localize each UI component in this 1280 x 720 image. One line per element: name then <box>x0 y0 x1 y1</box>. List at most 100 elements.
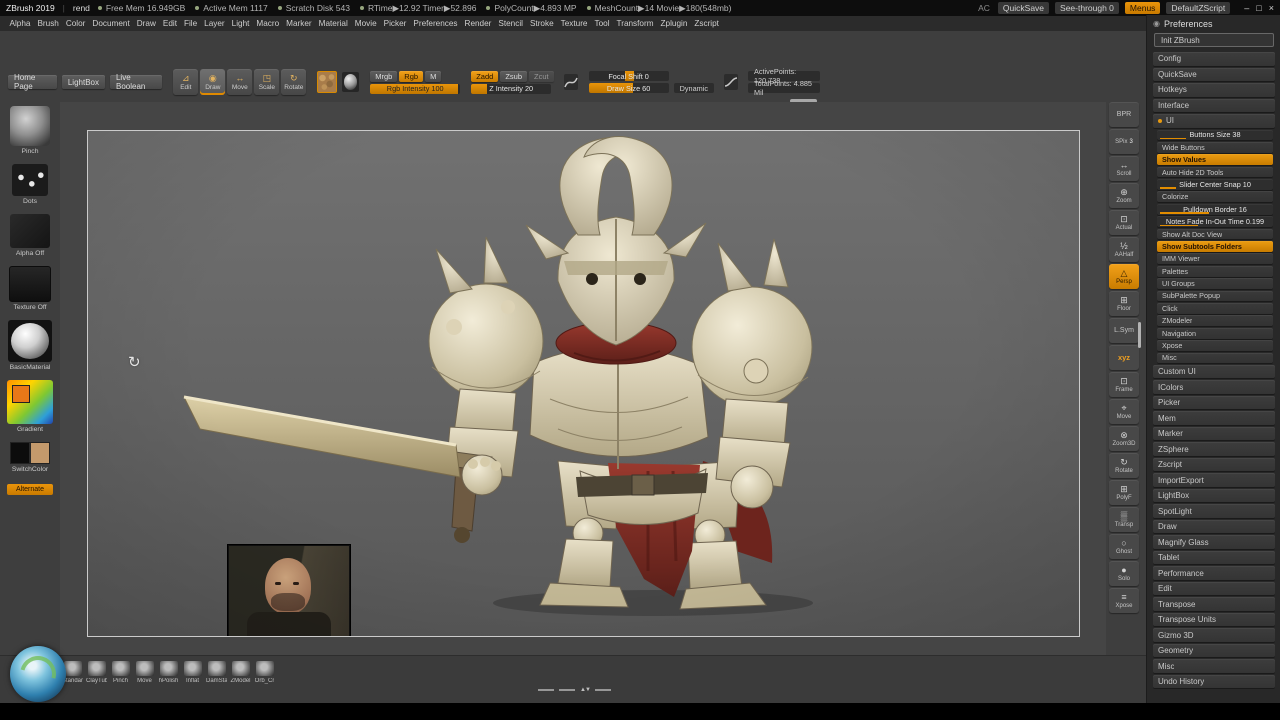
tray-brush-damsta[interactable]: DamSta <box>206 661 227 684</box>
pref-spotlight[interactable]: SpotLight <box>1153 504 1275 518</box>
dock-frame[interactable]: ⊡ Frame <box>1109 372 1139 397</box>
tool-switchcolor[interactable]: SwitchColor <box>10 442 50 473</box>
dynamic-button[interactable]: Dynamic <box>673 83 714 93</box>
pref-notes-fade-in-out-time-0-199[interactable]: Notes Fade In-Out Time 0.199 <box>1157 216 1273 228</box>
pref-config[interactable]: Config <box>1153 52 1275 66</box>
dock-floor[interactable]: ⊞ Floor <box>1109 291 1139 316</box>
tray-resize-handle[interactable]: ▲▼ <box>538 687 611 693</box>
menu-render[interactable]: Render <box>461 19 495 28</box>
pref-picker[interactable]: Picker <box>1153 395 1275 410</box>
pref-marker[interactable]: Marker <box>1153 426 1275 441</box>
menu-zscript[interactable]: Zscript <box>691 19 723 28</box>
pref-show-alt-doc-view[interactable]: Show Alt Doc View <box>1157 228 1273 240</box>
pref-gizmo-3d[interactable]: Gizmo 3D <box>1153 628 1275 642</box>
tray-brush-inflat[interactable]: Inflat <box>182 661 203 684</box>
pref-transpose[interactable]: Transpose <box>1153 597 1275 611</box>
sculpt-mode-zcut[interactable]: Zcut <box>529 70 554 82</box>
pref-tablet[interactable]: Tablet <box>1153 550 1275 565</box>
menu-transform[interactable]: Transform <box>613 19 657 28</box>
window-control-[interactable]: – <box>1244 3 1249 13</box>
mode-draw[interactable]: ◉ Draw <box>200 69 226 95</box>
dock-solo[interactable]: ● Solo <box>1109 561 1139 586</box>
menu-edit[interactable]: Edit <box>159 19 180 28</box>
pref-palettes[interactable]: Palettes <box>1157 265 1273 277</box>
menu-material[interactable]: Material <box>315 19 351 28</box>
dock-move[interactable]: ⌖ Move <box>1109 399 1139 424</box>
dock-scrollbar[interactable] <box>1138 322 1141 348</box>
tray-brush-hpolish[interactable]: hPolish <box>158 661 179 684</box>
titlebar-button-quicksave[interactable]: QuickSave <box>997 2 1050 14</box>
focal-shift-slider[interactable]: Focal Shift 0 <box>588 71 669 81</box>
pref-zsphere[interactable]: ZSphere <box>1153 442 1275 456</box>
menu-stroke[interactable]: Stroke <box>526 19 557 28</box>
dock-xpose[interactable]: ≡ Xpose <box>1109 588 1139 613</box>
menu-draw[interactable]: Draw <box>133 19 159 28</box>
pref-pulldown-border-16[interactable]: Pulldown Border 16 <box>1157 203 1273 215</box>
menu-picker[interactable]: Picker <box>380 19 410 28</box>
menu-marker[interactable]: Marker <box>283 19 315 28</box>
pref-undo-history[interactable]: Undo History <box>1153 674 1275 689</box>
tray-brush-pinch[interactable]: Pinch <box>110 661 131 684</box>
tray-brush-orb-cr[interactable]: Orb_Cr <box>254 661 275 684</box>
tray-brush-claytub[interactable]: ClayTub <box>86 661 107 684</box>
pref-ui-groups[interactable]: UI Groups <box>1157 278 1273 289</box>
pref-importexport[interactable]: ImportExport <box>1153 473 1275 487</box>
pref-quicksave[interactable]: QuickSave <box>1153 67 1275 81</box>
pref-mem[interactable]: Mem <box>1153 411 1275 425</box>
menu-brush[interactable]: Brush <box>34 19 62 28</box>
menu-file[interactable]: File <box>180 19 200 28</box>
menu-color[interactable]: Color <box>62 19 89 28</box>
dock-actual[interactable]: ⊡ Actual <box>1109 210 1139 235</box>
pref-misc[interactable]: Misc <box>1157 352 1273 364</box>
pref-icolors[interactable]: IColors <box>1153 380 1275 394</box>
sculpt-mode-zsub[interactable]: Zsub <box>500 70 527 82</box>
pref-buttons-size-38[interactable]: Buttons Size 38 <box>1157 129 1273 141</box>
stroke-curve-icon[interactable] <box>563 74 578 90</box>
pref-auto-hide-2d-tools[interactable]: Auto Hide 2D Tools <box>1157 166 1273 178</box>
titlebar-button-ac[interactable]: AC <box>976 2 992 14</box>
pref-misc[interactable]: Misc <box>1153 659 1275 673</box>
dock-rotate[interactable]: ↻ Rotate <box>1109 453 1139 478</box>
pref-magnify-glass[interactable]: Magnify Glass <box>1153 535 1275 549</box>
paint-mode-m[interactable]: M <box>425 70 442 82</box>
dock-scroll[interactable]: ↔ Scroll <box>1109 156 1139 181</box>
paint-mode-mrgb[interactable]: Mrgb <box>370 70 398 82</box>
init-zbrush-button[interactable]: Init ZBrush <box>1154 33 1274 47</box>
pref-zmodeler[interactable]: ZModeler <box>1157 315 1273 327</box>
dock-polyf[interactable]: ⊞ PolyF <box>1109 480 1139 505</box>
menu-layer[interactable]: Layer <box>201 19 228 28</box>
menu-document[interactable]: Document <box>89 19 133 28</box>
dock-persp[interactable]: △ Persp <box>1109 264 1139 289</box>
pref-show-values[interactable]: Show Values <box>1157 154 1273 166</box>
pref-colorize[interactable]: Colorize <box>1157 191 1273 203</box>
tray-brush-zmodel[interactable]: ZModel <box>230 661 251 684</box>
document-canvas[interactable]: ↻ <box>87 130 1080 637</box>
dock-spix[interactable]: SPix 3 <box>1109 129 1139 154</box>
titlebar-button-defaultzscript[interactable]: DefaultZScript <box>1166 2 1231 14</box>
tool-gradient[interactable]: Gradient <box>7 380 53 433</box>
mode-edit[interactable]: ⊿ Edit <box>173 69 199 95</box>
pref-performance[interactable]: Performance <box>1153 566 1275 580</box>
menu-zplugin[interactable]: Zplugin <box>657 19 691 28</box>
lightbox-button[interactable]: LightBox <box>61 75 105 89</box>
tool-alternate[interactable]: Alternate <box>6 482 54 495</box>
sensitivity-curve-icon[interactable] <box>723 74 738 90</box>
dock-transp[interactable]: ▒ Transp <box>1109 507 1139 532</box>
tray-brush-move[interactable]: Move <box>134 661 155 684</box>
menu-texture[interactable]: Texture <box>557 19 591 28</box>
brush-texture-icon[interactable] <box>317 71 337 93</box>
pref-slider-center-snap-10[interactable]: Slider Center Snap 10 <box>1157 179 1273 190</box>
paint-mode-rgb[interactable]: Rgb <box>399 70 424 82</box>
mode-move[interactable]: ↔ Move <box>227 69 253 95</box>
pref-hotkeys[interactable]: Hotkeys <box>1153 83 1275 97</box>
rgb-intensity-slider[interactable]: Rgb Intensity 100 <box>370 83 461 94</box>
pref-wide-buttons[interactable]: Wide Buttons <box>1157 141 1273 153</box>
titlebar-button-see-through-0[interactable]: See-through 0 <box>1055 2 1119 14</box>
window-control-[interactable]: × <box>1269 3 1274 13</box>
dock-zoom3d[interactable]: ⊗ Zoom3D <box>1109 426 1139 451</box>
pref-interface[interactable]: Interface <box>1153 98 1275 112</box>
draw-size-slider[interactable]: Draw Size 60 <box>588 83 669 93</box>
panel-menu-icon[interactable]: ◉ <box>1153 19 1160 28</box>
pref-geometry[interactable]: Geometry <box>1153 643 1275 658</box>
tool-dots[interactable]: Dots <box>12 164 48 205</box>
